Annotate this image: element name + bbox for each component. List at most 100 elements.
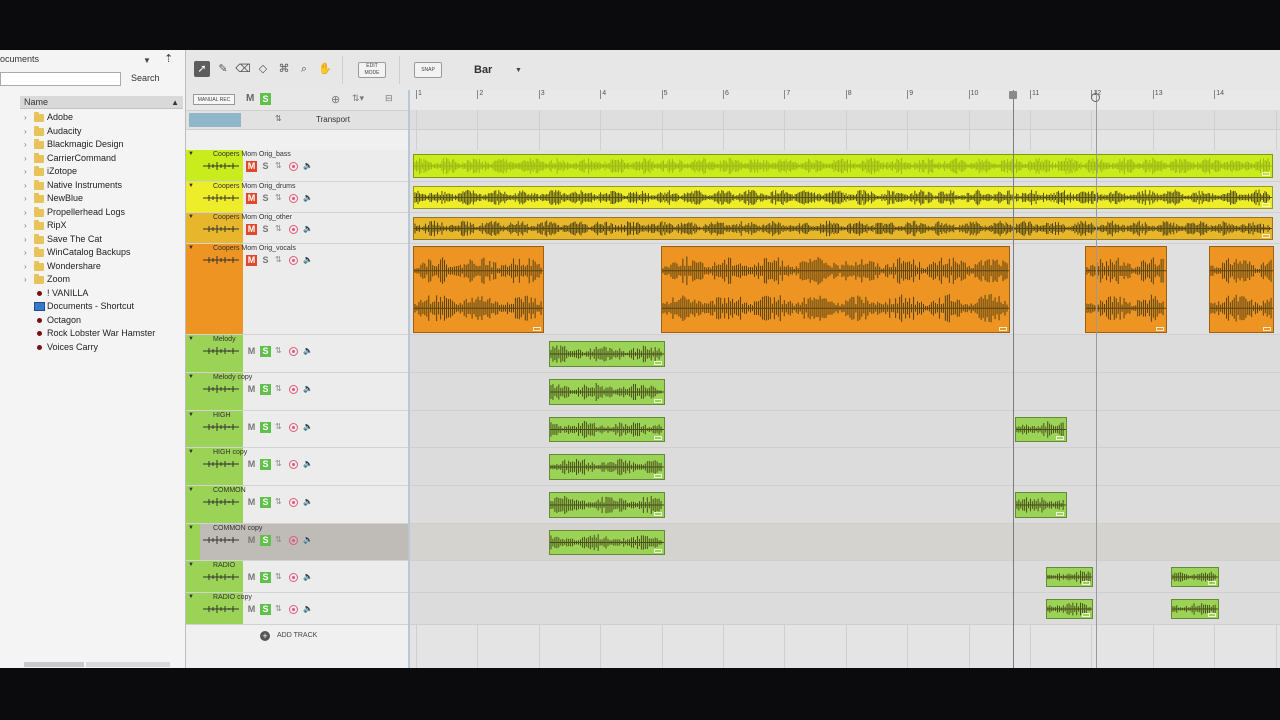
track-mute-button[interactable]: M	[246, 161, 257, 172]
search-button[interactable]: Search	[131, 73, 160, 83]
select-tool-icon[interactable]: ➚	[194, 61, 210, 77]
track-mute-button[interactable]: M	[246, 193, 257, 204]
speaker-icon[interactable]: 🔈	[303, 422, 313, 431]
playhead[interactable]	[1013, 90, 1014, 668]
collapse-triangle-icon[interactable]: ▼	[188, 562, 194, 568]
track-solo-button[interactable]: S	[260, 422, 271, 433]
snap-button[interactable]: SNAP	[414, 62, 442, 78]
master-mute-button[interactable]: M	[246, 93, 254, 104]
audio-clip[interactable]	[661, 246, 1010, 333]
collapse-triangle-icon[interactable]: ▼	[188, 151, 194, 157]
speaker-icon[interactable]: 🔈	[303, 224, 313, 233]
track-header[interactable]: ▼ Coopers Mom Orig_bass M S ⇅ 🔈	[186, 150, 408, 182]
bar-ruler[interactable]: 1 2 3 4 5 6 7 8 9 10 11 12 13 14	[410, 90, 1280, 111]
automation-icon[interactable]: ⇅	[275, 459, 282, 468]
master-solo-button[interactable]: S	[260, 93, 271, 105]
add-track-icon[interactable]: +	[260, 631, 270, 641]
chevron-right-icon[interactable]: ›	[24, 273, 27, 287]
track-mute-button[interactable]: M	[246, 422, 257, 433]
track-mute-button[interactable]: M	[246, 384, 257, 395]
collapse-triangle-icon[interactable]: ▼	[188, 374, 194, 380]
audio-clip[interactable]	[1171, 599, 1219, 619]
track-header[interactable]: ▼ Melody copy M S ⇅ 🔈	[186, 373, 408, 411]
track-name[interactable]: Coopers Mom Orig_vocals	[213, 245, 296, 252]
chevron-right-icon[interactable]: ›	[24, 246, 27, 260]
track-lane[interactable]	[410, 411, 1280, 448]
chevron-right-icon[interactable]: ›	[24, 219, 27, 233]
track-header[interactable]: ▼ RADIO copy M S ⇅ 🔈	[186, 593, 408, 625]
magnify-tool-icon[interactable]: ⌕	[296, 61, 312, 77]
speaker-icon[interactable]: 🔈	[303, 535, 313, 544]
record-enable-button[interactable]	[289, 385, 298, 394]
track-solo-button[interactable]: S	[260, 572, 271, 583]
audio-clip[interactable]	[549, 492, 665, 518]
track-lane[interactable]	[410, 524, 1280, 561]
track-header[interactable]: ▼ RADIO M S ⇅ 🔈	[186, 561, 408, 593]
search-input[interactable]	[0, 72, 121, 86]
hand-tool-icon[interactable]: ✋	[317, 61, 333, 77]
name-column-header[interactable]: Name ▲	[20, 96, 183, 109]
automation-icon[interactable]: ⇅	[275, 193, 282, 202]
audio-clip[interactable]	[413, 154, 1273, 178]
record-enable-button[interactable]	[289, 162, 298, 171]
track-lane[interactable]	[410, 486, 1280, 524]
collapse-triangle-icon[interactable]: ▼	[188, 183, 194, 189]
track-lane[interactable]	[410, 561, 1280, 593]
track-header[interactable]: ▼ Coopers Mom Orig_vocals M S ⇅ 🔈	[186, 244, 408, 335]
automation-icon[interactable]: ⇅	[275, 422, 282, 431]
track-name[interactable]: Coopers Mom Orig_other	[213, 214, 292, 221]
audio-clip[interactable]	[413, 217, 1273, 240]
track-mute-button[interactable]: M	[246, 224, 257, 235]
track-mute-button[interactable]: M	[246, 346, 257, 357]
track-mute-button[interactable]: M	[246, 572, 257, 583]
automation-icon[interactable]: ⇅▾	[352, 93, 364, 104]
automation-icon[interactable]: ⇅	[275, 161, 282, 170]
collapse-triangle-icon[interactable]: ▼	[188, 412, 194, 418]
track-solo-button[interactable]: S	[260, 224, 271, 235]
speaker-icon[interactable]: 🔈	[303, 384, 313, 393]
track-solo-button[interactable]: S	[260, 346, 271, 357]
track-name[interactable]: Melody	[213, 336, 236, 343]
record-enable-button[interactable]	[289, 536, 298, 545]
automation-icon[interactable]: ⇅	[275, 384, 282, 393]
record-enable-button[interactable]	[289, 347, 298, 356]
audio-clip[interactable]	[1015, 492, 1067, 518]
track-lane[interactable]	[410, 335, 1280, 373]
automation-icon[interactable]: ⇅	[275, 255, 282, 264]
record-enable-button[interactable]	[289, 498, 298, 507]
record-enable-button[interactable]	[289, 225, 298, 234]
chevron-down-icon[interactable]: ▼	[143, 56, 151, 65]
record-enable-button[interactable]	[289, 423, 298, 432]
record-enable-button[interactable]	[289, 194, 298, 203]
track-solo-button[interactable]: S	[260, 193, 271, 204]
record-enable-button[interactable]	[289, 605, 298, 614]
track-solo-button[interactable]: S	[260, 535, 271, 546]
chevron-right-icon[interactable]: ›	[24, 260, 27, 274]
audio-clip[interactable]	[549, 341, 665, 367]
manual-rec-button[interactable]: MANUAL REC	[193, 94, 235, 105]
track-name[interactable]: Melody copy	[213, 374, 252, 381]
track-header[interactable]: ▼ COMMON copy M S ⇅ 🔈	[186, 524, 408, 561]
collapse-triangle-icon[interactable]: ▼	[188, 487, 194, 493]
speaker-icon[interactable]: 🔈	[303, 161, 313, 170]
track-solo-button[interactable]: S	[260, 161, 271, 172]
collapse-triangle-icon[interactable]: ▼	[188, 525, 194, 531]
razor-tool-icon[interactable]: ◇	[255, 61, 271, 77]
automation-icon[interactable]: ⇅	[275, 572, 282, 581]
chevron-right-icon[interactable]: ›	[24, 111, 27, 125]
snap-value-select[interactable]: Bar	[474, 64, 492, 76]
horizontal-scrollbar-thumb[interactable]	[24, 662, 84, 667]
arrangement-view[interactable]: 1 2 3 4 5 6 7 8 9 10 11 12 13 14	[410, 90, 1280, 668]
track-lane[interactable]	[410, 448, 1280, 486]
loop-marker[interactable]	[1096, 90, 1097, 668]
track-mute-button[interactable]: M	[246, 535, 257, 546]
chevron-right-icon[interactable]: ›	[24, 165, 27, 179]
track-name[interactable]: COMMON copy	[213, 525, 262, 532]
pencil-tool-icon[interactable]: ✎	[215, 61, 231, 77]
track-header[interactable]: ▼ HIGH copy M S ⇅ 🔈	[186, 448, 408, 486]
add-track-button[interactable]: ADD TRACK	[277, 632, 317, 639]
speaker-icon[interactable]: 🔈	[303, 604, 313, 613]
track-name[interactable]: HIGH	[213, 412, 231, 419]
eraser-tool-icon[interactable]: ⌫	[235, 61, 251, 77]
speaker-icon[interactable]: 🔈	[303, 459, 313, 468]
